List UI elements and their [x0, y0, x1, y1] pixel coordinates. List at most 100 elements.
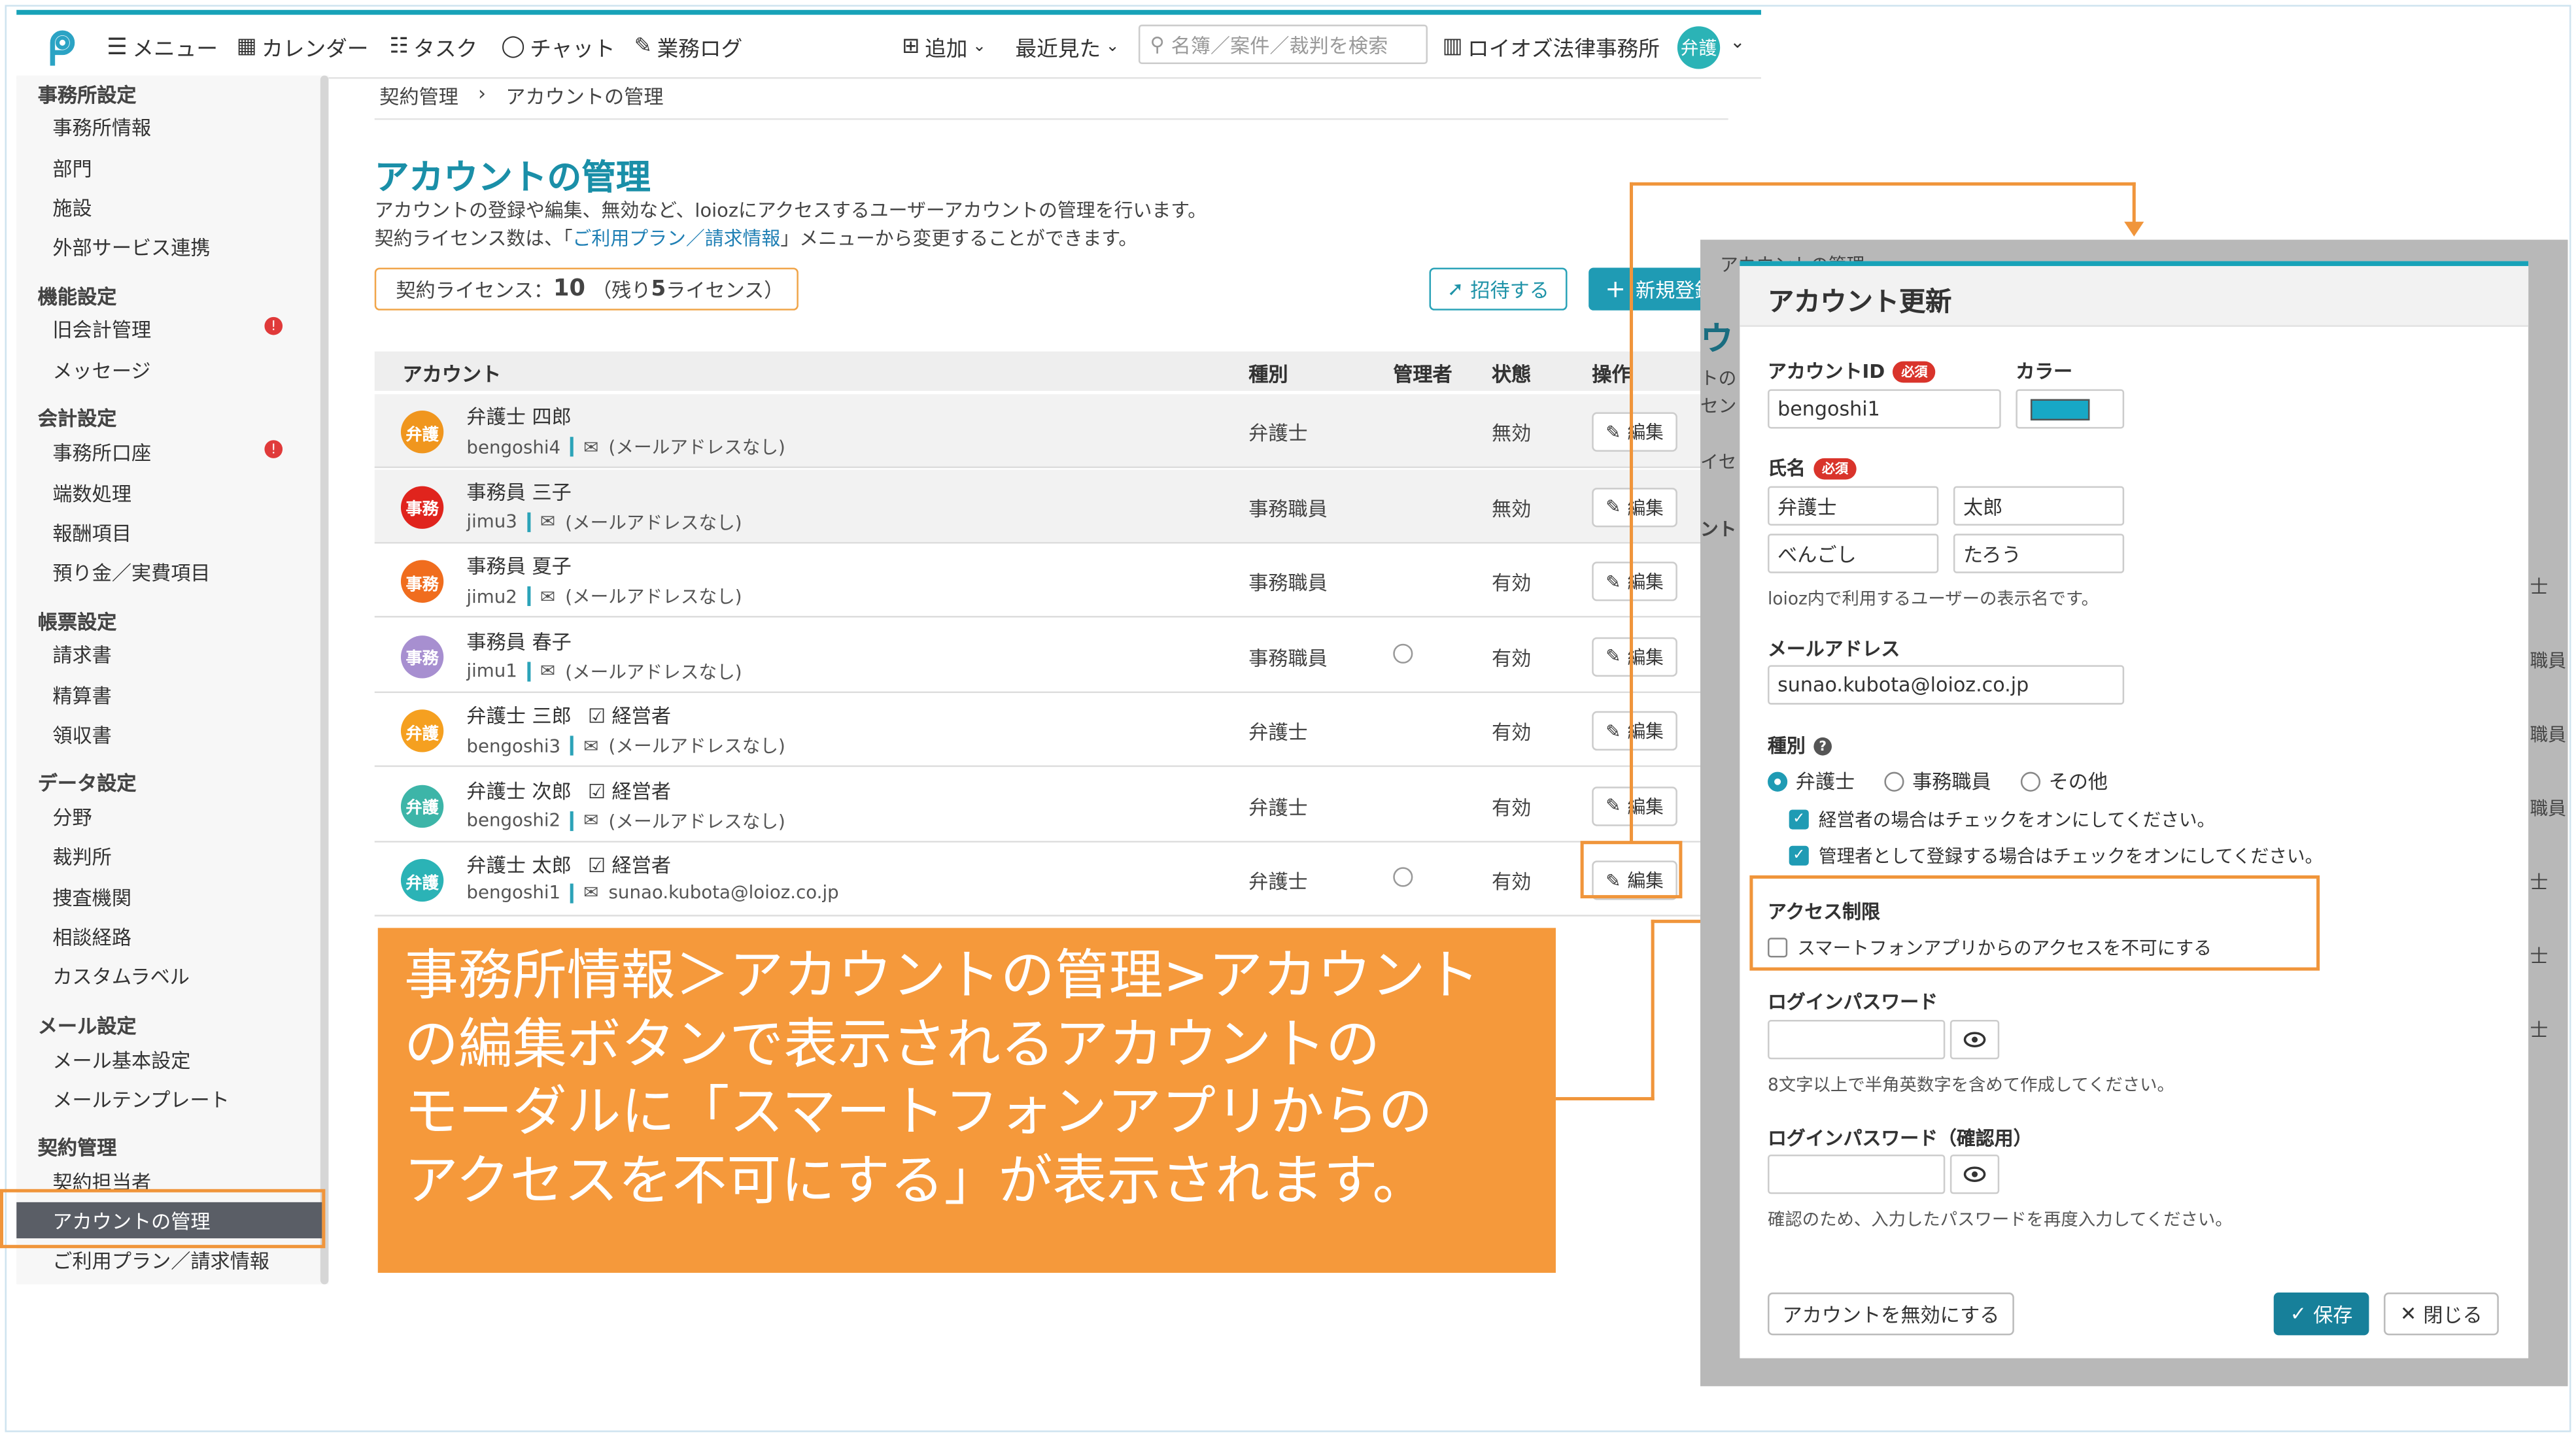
- chevron-down-icon[interactable]: ⌄: [1730, 31, 1745, 53]
- sidebar-item[interactable]: 分野: [52, 803, 92, 831]
- sidebar-item[interactable]: 精算書: [52, 682, 111, 710]
- sidebar-item[interactable]: 相談経路: [52, 923, 131, 951]
- account-email: (メールアドレスなし): [608, 437, 785, 458]
- type-label: 種別 ?: [1768, 732, 1832, 758]
- highlight-edit-button: [1580, 841, 1683, 899]
- account-id: jimu2: [466, 585, 517, 607]
- avatar: 事務: [400, 634, 444, 678]
- edit-button[interactable]: ✎ 編集: [1592, 562, 1677, 601]
- sidebar-item[interactable]: 旧会計管理: [52, 315, 151, 343]
- save-label: 保存: [2313, 1303, 2353, 1327]
- edit-button[interactable]: ✎ 編集: [1592, 636, 1677, 676]
- behind-text: 士: [2530, 576, 2549, 598]
- nav-menu-label: メニュー: [132, 37, 218, 63]
- sidebar-item[interactable]: 事務所口座: [52, 439, 151, 467]
- loioz-logo-icon[interactable]: [39, 26, 78, 69]
- calendar-icon: ▦: [236, 34, 257, 59]
- account-type: 弁護士: [1248, 796, 1308, 819]
- manager-tag: ☑ 経営者: [587, 854, 671, 877]
- sidebar-item[interactable]: 報酬項目: [52, 519, 131, 547]
- sidebar-item[interactable]: メッセージ: [52, 356, 150, 384]
- save-button[interactable]: ✓ 保存: [2273, 1293, 2369, 1336]
- password-hint: 8文字以上で半角英数字を含めて作成してください。: [1768, 1075, 2174, 1096]
- sidebar-item[interactable]: カスタムラベル: [52, 962, 190, 990]
- edit-button[interactable]: ✎ 編集: [1592, 486, 1677, 527]
- type-radio-other[interactable]: その他: [2020, 767, 2108, 795]
- page-description-license: 契約ライセンス数は、「ご利用プラン／請求情報」メニューから変更することができます…: [375, 225, 1138, 251]
- label-text: アカウントID: [1768, 360, 1885, 383]
- email-input[interactable]: sunao.kubota@loioz.co.jp: [1768, 665, 2125, 705]
- nav-task[interactable]: ☷ タスク: [389, 31, 477, 63]
- mail-icon: ✉: [540, 660, 556, 682]
- connector-line: [1555, 1097, 1655, 1101]
- password-input[interactable]: [1768, 1020, 1946, 1060]
- account-status: 無効: [1491, 496, 1532, 520]
- password-confirm-input[interactable]: [1768, 1155, 1946, 1194]
- account-id-input[interactable]: bengoshi1: [1768, 389, 2001, 429]
- first-name-input[interactable]: 太郎: [1953, 486, 2125, 526]
- color-picker[interactable]: [2016, 389, 2125, 429]
- page-description: アカウントの登録や編集、無効など、loiozにアクセスするユーザーアカウントの管…: [374, 198, 1207, 222]
- type-radio-staff[interactable]: 事務職員: [1884, 767, 1991, 795]
- sidebar-scrollbar[interactable]: [320, 75, 329, 1285]
- invite-button[interactable]: ➚ 招待する: [1429, 267, 1568, 311]
- nav-recent[interactable]: 最近見た ⌄: [1015, 31, 1119, 63]
- avatar: 弁護: [400, 784, 444, 827]
- close-button[interactable]: ✕ 閉じる: [2384, 1293, 2499, 1336]
- disable-account-button[interactable]: アカウントを無効にする: [1768, 1293, 2014, 1336]
- plan-billing-link[interactable]: ご利用プラン／請求情報: [573, 227, 781, 250]
- account-status: 有効: [1491, 720, 1532, 744]
- show-password-toggle[interactable]: [1949, 1020, 2000, 1060]
- sidebar-item[interactable]: 施設: [52, 194, 92, 222]
- required-badge: 必須: [1893, 360, 1936, 382]
- edit-button[interactable]: ✎ 編集: [1592, 786, 1677, 826]
- callout-line: モーダルに「スマートフォンアプリからの: [404, 1079, 1433, 1143]
- show-password-confirm-toggle[interactable]: [1949, 1155, 2000, 1194]
- manager-checkbox[interactable]: ✓ 経営者の場合はチェックをオンにしてください。: [1789, 806, 2215, 832]
- account-name: 弁護士 三郎 ☑ 経営者: [466, 702, 671, 730]
- account-status: 有効: [1491, 646, 1532, 669]
- mail-icon: ✉: [540, 585, 556, 607]
- sidebar-item[interactable]: 裁判所: [52, 843, 111, 871]
- sidebar-item[interactable]: 預り金／実費項目: [52, 558, 210, 586]
- last-name-input[interactable]: 弁護士: [1768, 486, 1939, 526]
- user-avatar[interactable]: 弁護: [1677, 26, 1721, 69]
- license-remaining: 5: [651, 277, 666, 301]
- behind-text: トの: [1700, 367, 1737, 390]
- sidebar-item[interactable]: 部門: [52, 154, 92, 182]
- modal-title: アカウント更新: [1768, 286, 1952, 317]
- admin-indicator-icon: [1393, 643, 1413, 663]
- sidebar-section-title: 会計設定: [37, 407, 117, 431]
- divider: [570, 810, 574, 830]
- account-name: 弁護士 太郎 ☑ 経営者: [466, 851, 671, 879]
- edit-button[interactable]: ✎ 編集: [1592, 711, 1677, 751]
- global-search-input[interactable]: ⚲ 名簿／案件／裁判を検索: [1138, 24, 1428, 64]
- nav-chat[interactable]: ◯ チャット: [501, 31, 615, 63]
- sidebar-item[interactable]: 領収書: [52, 721, 111, 749]
- nav-calendar[interactable]: ▦ カレンダー: [237, 31, 369, 63]
- nav-worklog[interactable]: ✎ 業務ログ: [634, 31, 743, 63]
- admin-checkbox[interactable]: ✓ 管理者として登録する場合はチェックをオンにしてください。: [1789, 843, 2323, 869]
- sidebar-item[interactable]: メール基本設定: [52, 1046, 190, 1074]
- sidebar-item[interactable]: メールテンプレート: [52, 1085, 229, 1113]
- sidebar-item[interactable]: 請求書: [52, 641, 111, 669]
- sidebar-item[interactable]: 端数処理: [52, 480, 131, 508]
- office-switcher[interactable]: ▥ ロイオズ法律事務所: [1443, 31, 1660, 63]
- last-name-kana-input[interactable]: べんごし: [1768, 533, 1939, 573]
- nav-add[interactable]: ⊞ 追加 ⌄: [902, 31, 986, 63]
- help-icon[interactable]: ?: [1813, 736, 1832, 755]
- edit-button[interactable]: ✎ 編集: [1592, 412, 1677, 452]
- nav-menu[interactable]: ☰ メニュー: [107, 31, 218, 63]
- table-row: 事務 事務員 夏子 jimu2 ✉ (メールアドレスなし) 事務職員 有効 ✎ 編…: [374, 543, 1761, 618]
- sidebar-item[interactable]: 事務所情報: [52, 113, 151, 141]
- table-row: 事務 事務員 三子 jimu3 ✉ (メールアドレスなし) 事務職員 無効 ✎ 編…: [374, 469, 1761, 543]
- breadcrumb-parent-link[interactable]: 契約管理: [379, 82, 458, 110]
- sidebar-item[interactable]: 外部サービス連携: [52, 233, 210, 262]
- first-name-kana-input[interactable]: たろう: [1953, 533, 2125, 573]
- account-name: 弁護士 四郎: [466, 405, 572, 429]
- license-rest: （残り: [591, 278, 651, 301]
- type-radio-lawyer[interactable]: 弁護士: [1768, 767, 1855, 795]
- sidebar-item[interactable]: 捜査機関: [52, 884, 131, 912]
- check-icon: ✓: [2290, 1302, 2307, 1326]
- sidebar-item[interactable]: ご利用プラン／請求情報: [52, 1247, 269, 1275]
